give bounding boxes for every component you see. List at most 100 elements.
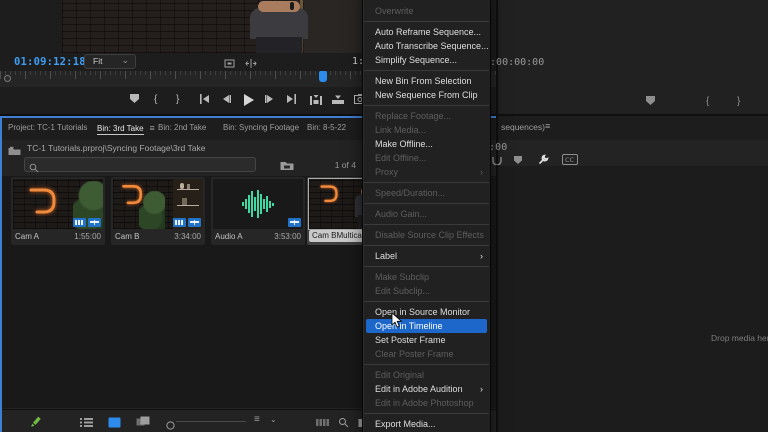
timeline-empty-area[interactable]: Drop media her: [498, 166, 768, 432]
clip-cam-b[interactable]: Cam B 3:34:00: [111, 177, 205, 245]
search-box[interactable]: [24, 157, 256, 173]
premiere-window: 01:09:12:18 Fit ⌄ 1:55:00 { }: [0, 0, 768, 432]
mark-in-icon[interactable]: {: [154, 94, 157, 106]
add-marker-icon[interactable]: [130, 94, 139, 104]
play-icon[interactable]: [243, 94, 254, 106]
mouse-cursor: [391, 313, 403, 328]
scrubber-zoom-handle[interactable]: [4, 75, 11, 82]
zoom-level-select[interactable]: Fit ⌄: [84, 54, 136, 69]
video-badge-icon: [173, 218, 186, 227]
menu-item-set-poster-frame[interactable]: Set Poster Frame: [363, 333, 490, 347]
menu-item-replace-footage[interactable]: Replace Footage...: [363, 109, 490, 123]
tab-bin-syncing-footage[interactable]: Bin: Syncing Footage: [223, 116, 299, 140]
chevron-down-icon: ⌄: [121, 55, 129, 65]
context-menu: Insert Overwrite Auto Reframe Sequence..…: [362, 0, 491, 432]
menu-item-auto-reframe-sequence[interactable]: Auto Reframe Sequence...: [363, 25, 490, 39]
breadcrumb: TC-1 Tutorials.prproj\Syncing Footage\3r…: [27, 143, 206, 153]
menu-item-overwrite[interactable]: Overwrite: [363, 4, 490, 18]
clip-name-row: Cam B 3:34:00: [115, 232, 201, 243]
clip-name-row: Cam A 1:55:00: [15, 232, 101, 243]
sort-icon[interactable]: ≡: [254, 414, 260, 425]
media-type-badges: [173, 218, 201, 227]
step-forward-icon[interactable]: [265, 94, 274, 104]
wall-art: [304, 0, 362, 53]
menu-item-make-subclip[interactable]: Make Subclip: [363, 270, 490, 284]
list-view-button[interactable]: [80, 415, 93, 432]
menu-separator: [364, 203, 489, 204]
menu-item-new-bin-from-selection[interactable]: New Bin From Selection: [363, 74, 490, 88]
clip-thumbnail: [113, 179, 203, 229]
clip-cam-a[interactable]: Cam A 1:55:00: [11, 177, 105, 245]
neon-logo-art: [29, 188, 56, 214]
tab-bin-2nd-take[interactable]: Bin: 2nd Take: [158, 116, 206, 140]
svg-text:CC: CC: [565, 156, 575, 164]
menu-separator: [364, 364, 489, 365]
clip-duration: 1:55:00: [74, 232, 101, 241]
audio-badge-icon: [288, 218, 301, 227]
menu-item-edit-original[interactable]: Edit Original: [363, 368, 490, 382]
menu-item-label[interactable]: Label ›: [363, 249, 490, 263]
automate-to-sequence-icon[interactable]: [316, 415, 329, 432]
overwrite-icon[interactable]: [332, 94, 344, 105]
timeline-tab-label[interactable]: sequences): [501, 122, 545, 132]
menu-item-speed-duration[interactable]: Speed/Duration...: [363, 186, 490, 200]
menu-item-audio-gain[interactable]: Audio Gain...: [363, 207, 490, 221]
menu-item-open-in-timeline[interactable]: Open in Timeline: [366, 319, 487, 333]
add-marker-icon[interactable]: [646, 96, 655, 106]
zoom-slider-knob[interactable]: [166, 417, 175, 432]
writable-pencil-icon[interactable]: [30, 415, 42, 432]
menu-item-link-media[interactable]: Link Media...: [363, 123, 490, 137]
mark-in-icon[interactable]: {: [706, 96, 709, 108]
menu-separator: [364, 224, 489, 225]
insert-icon[interactable]: [310, 94, 322, 105]
media-type-badges: [73, 218, 101, 227]
icon-view-button[interactable]: [108, 415, 121, 432]
audio-badge-icon: [188, 218, 201, 227]
menu-item-open-in-source-monitor[interactable]: Open in Source Monitor: [363, 305, 490, 319]
panel-focus-border: [0, 116, 2, 432]
mark-out-icon[interactable]: }: [737, 96, 740, 108]
menu-item-simplify-sequence[interactable]: Simplify Sequence...: [363, 53, 490, 67]
menu-item-disable-source-clip-effects[interactable]: Disable Source Clip Effects: [363, 228, 490, 242]
clip-thumbnail: [213, 179, 303, 229]
mark-out-icon[interactable]: }: [176, 94, 179, 106]
clip-name: Cam B: [115, 232, 140, 241]
menu-separator: [364, 301, 489, 302]
menu-item-auto-transcribe-sequence[interactable]: Auto Transcribe Sequence...: [363, 39, 490, 53]
playhead-marker[interactable]: [319, 71, 327, 82]
menu-item-make-offline[interactable]: Make Offline...: [363, 137, 490, 151]
tab-project[interactable]: Project: TC-1 Tutorials: [8, 116, 87, 140]
menu-item-export-media[interactable]: Export Media...: [363, 417, 490, 431]
menu-item-clear-poster-frame[interactable]: Clear Poster Frame: [363, 347, 490, 361]
freeform-view-button[interactable]: [136, 415, 150, 432]
menu-item-new-sequence-from-clip[interactable]: New Sequence From Clip: [363, 88, 490, 102]
search-input[interactable]: [41, 158, 251, 171]
program-monitor-panel: 00:00:00:00 { }: [478, 0, 768, 114]
menu-item-edit-offline[interactable]: Edit Offline...: [363, 151, 490, 165]
chevron-down-icon[interactable]: ⌄: [270, 415, 277, 424]
timeline-tab-bar: sequences) ≡: [498, 116, 768, 140]
waveform-icon: [242, 190, 274, 218]
menu-item-edit-in-adobe-audition[interactable]: Edit in Adobe Audition ›: [363, 382, 490, 396]
clip-audio-a[interactable]: Audio A 3:53:00: [211, 177, 305, 245]
go-to-out-icon[interactable]: [286, 94, 296, 104]
zoom-slider-track[interactable]: [176, 421, 246, 422]
tab-bin-3rd-take[interactable]: Bin: 3rd Take ≡: [97, 116, 155, 140]
panel-menu-icon[interactable]: ≡: [545, 121, 550, 131]
go-to-in-icon[interactable]: [200, 94, 210, 104]
menu-item-edit-in-adobe-photoshop[interactable]: Edit in Adobe Photoshop: [363, 396, 490, 410]
person-pants-art: [256, 37, 302, 53]
menu-separator: [364, 245, 489, 246]
page-indicator: 1 of 4: [334, 160, 356, 170]
step-back-icon[interactable]: [222, 94, 231, 104]
timeline-panel: sequences) ≡ 00:00:00:00 CC Drop media h…: [441, 116, 768, 432]
filter-bin-icon[interactable]: [280, 158, 294, 176]
menu-item-proxy[interactable]: Proxy ›: [363, 165, 490, 179]
menu-item-edit-subclip[interactable]: Edit Subclip...: [363, 284, 490, 298]
clip-name-row: Audio A 3:53:00: [215, 232, 301, 243]
panel-menu-icon[interactable]: ≡: [150, 123, 155, 133]
person-torso-art: [250, 8, 308, 39]
menu-separator: [364, 70, 489, 71]
find-icon[interactable]: [338, 415, 349, 432]
tab-bin-8-5-22[interactable]: Bin: 8-5-22: [307, 116, 346, 140]
